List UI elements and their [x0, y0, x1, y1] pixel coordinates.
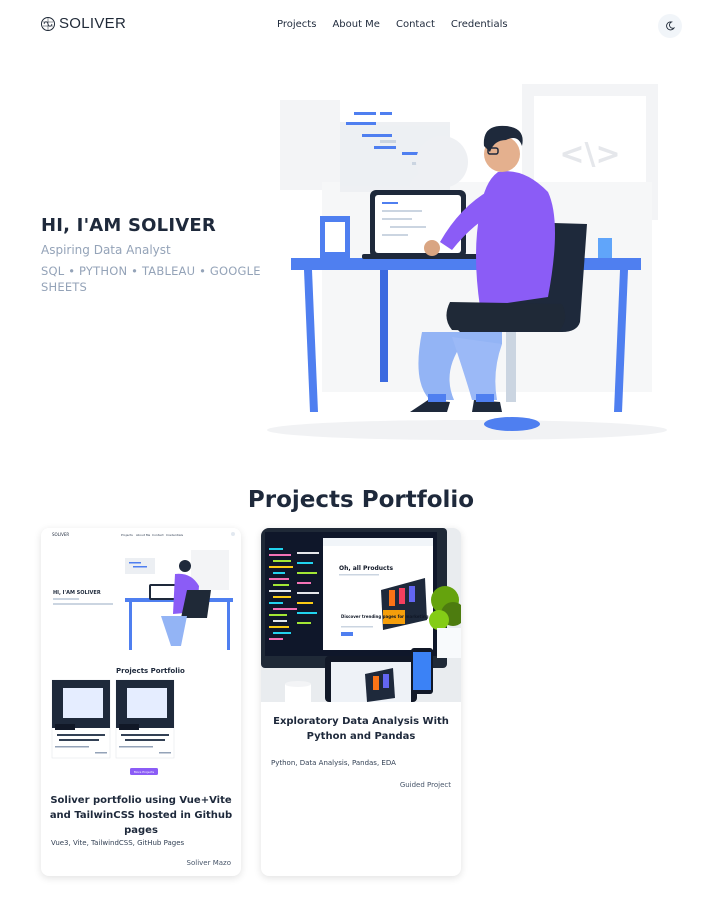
card-title[interactable]: Exploratory Data Analysis With Python an…	[269, 714, 453, 744]
card-tags: Vue3, Vite, TailwindCSS, GitHub Pages	[51, 839, 185, 847]
top-navbar: SOLIVER Projects About Me Contact Creden…	[0, 0, 704, 50]
main-menu: Projects About Me Contact Credentials	[277, 19, 524, 30]
project-card-portfolio[interactable]: SOLIVER Projects About Me Contact Creden…	[41, 528, 241, 876]
card-tags: Python, Data Analysis, Pandas, EDA	[271, 759, 396, 767]
hero-illustration: <\>	[267, 84, 667, 440]
hero-skills: SQL • PYTHON • TABLEAU • GOOGLE SHEETS	[41, 264, 261, 294]
hero-subtitle: Aspiring Data Analyst	[41, 243, 171, 257]
hero-intro: HI, I'AM SOLIVER Aspiring Data Analyst S…	[41, 215, 271, 295]
mini-hero-title: HI, I'AM SOLIVER	[53, 590, 101, 596]
mini-section-title: Projects Portfolio	[116, 667, 185, 675]
mini-link-contact: Contact	[152, 533, 164, 537]
card-author: Soliver Mazo	[186, 859, 231, 867]
moon-icon	[666, 21, 675, 31]
logo[interactable]: SOLIVER	[40, 15, 126, 32]
card-title[interactable]: Soliver portfolio using Vue+Vite and Tai…	[49, 793, 233, 838]
mini-link-projects: Projects	[121, 533, 133, 537]
mini-button-label: More Projects	[134, 770, 155, 774]
screen-promo: Discover trending pages for marketing	[341, 614, 429, 619]
mini-link-credentials: Credentials	[166, 533, 183, 537]
dark-mode-toggle[interactable]	[658, 14, 682, 38]
nav-link-contact[interactable]: Contact	[396, 19, 435, 30]
screen-headline: Oh, all Products	[339, 565, 393, 572]
mini-link-about: About Me	[136, 533, 150, 537]
code-sign-text: <\>	[559, 137, 620, 172]
eda-thumbnail: Oh, all Products Discover trending pages…	[261, 528, 461, 702]
logo-text: SOLIVER	[59, 15, 127, 32]
nav-link-about[interactable]: About Me	[332, 19, 380, 30]
mini-logo: SOLIVER	[52, 532, 69, 537]
brain-logo-icon	[41, 16, 55, 31]
portfolio-thumbnail: SOLIVER Projects About Me Contact Creden…	[41, 528, 241, 776]
hero-title: HI, I'AM SOLIVER	[41, 215, 216, 236]
nav-link-projects[interactable]: Projects	[277, 19, 316, 30]
projects-section-title: Projects Portfolio	[247, 487, 475, 513]
card-author: Guided Project	[399, 781, 451, 789]
project-card-eda[interactable]: Oh, all Products Discover trending pages…	[261, 528, 461, 876]
nav-link-credentials[interactable]: Credentials	[451, 19, 508, 30]
